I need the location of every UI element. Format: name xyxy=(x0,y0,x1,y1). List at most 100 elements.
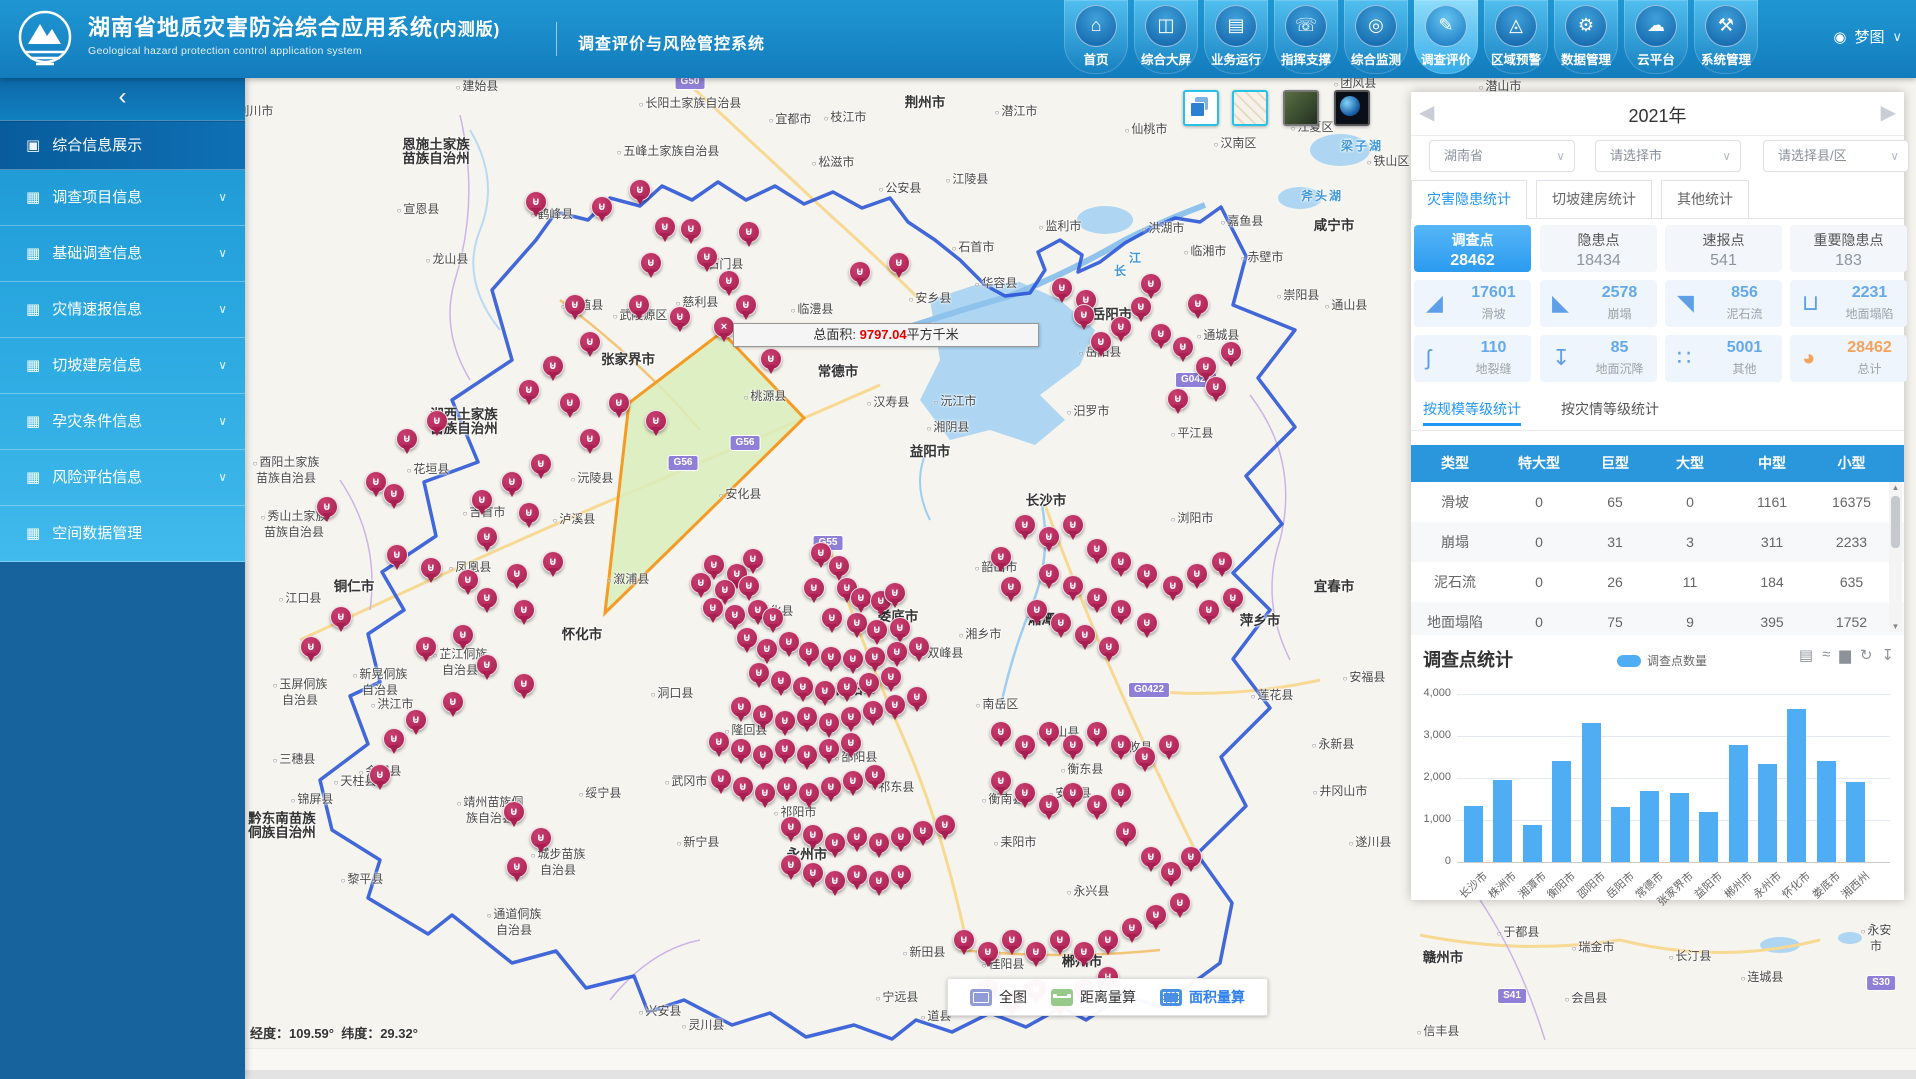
hazard-point-marker[interactable]: ⊎ xyxy=(776,776,798,798)
line-chart-icon[interactable]: ≈ xyxy=(1822,646,1830,664)
hazard-point-marker[interactable]: ⊎ xyxy=(1026,599,1048,621)
year-next-arrow[interactable]: ▶ xyxy=(1881,100,1896,125)
hazard-point-marker[interactable]: ⊎ xyxy=(702,597,724,619)
type-card-泥石流[interactable]: ◥856泥石流 xyxy=(1665,280,1782,327)
hazard-point-marker[interactable]: ⊎ xyxy=(906,686,928,708)
hazard-point-marker[interactable]: ⊎ xyxy=(953,929,975,951)
hazard-point-marker[interactable]: ⊎ xyxy=(1073,941,1095,963)
hazard-point-marker[interactable]: ⊎ xyxy=(730,696,752,718)
hazard-point-marker[interactable]: ⊎ xyxy=(748,662,770,684)
hazard-point-marker[interactable]: ⊎ xyxy=(1038,526,1060,548)
table-row[interactable]: 滑坡0650116116375 xyxy=(1411,482,1904,522)
stat-card-隐患点[interactable]: 隐患点18434 xyxy=(1540,225,1657,272)
hazard-point-marker[interactable]: ⊎ xyxy=(1180,846,1202,868)
hazard-point-marker[interactable]: ⊎ xyxy=(1220,341,1242,363)
hazard-point-marker[interactable]: ⊎ xyxy=(890,826,912,848)
hazard-point-marker[interactable]: ⊎ xyxy=(1014,514,1036,536)
hazard-point-marker[interactable]: ⊎ xyxy=(564,294,586,316)
hazard-point-marker[interactable]: ⊎ xyxy=(1086,538,1108,560)
hazard-point-marker[interactable]: ⊎ xyxy=(990,546,1012,568)
hazard-point-marker[interactable]: ⊎ xyxy=(1134,746,1156,768)
hazard-point-marker[interactable]: ⊎ xyxy=(730,738,752,760)
hazard-point-marker[interactable]: ⊎ xyxy=(1090,331,1112,353)
hazard-point-marker[interactable]: ⊎ xyxy=(780,854,802,876)
hazard-point-marker[interactable]: ⊎ xyxy=(1062,514,1084,536)
hazard-point-marker[interactable]: ⊎ xyxy=(1062,575,1084,597)
hazard-point-marker[interactable]: ⊎ xyxy=(471,489,493,511)
hazard-point-marker[interactable]: ⊎ xyxy=(1211,551,1233,573)
eye-icon[interactable]: ◉ xyxy=(1833,28,1846,46)
type-card-总计[interactable]: ◕28462总计 xyxy=(1790,335,1907,382)
hazard-point-marker[interactable]: ⊎ xyxy=(732,776,754,798)
hazard-point-marker[interactable]: ⊎ xyxy=(735,294,757,316)
hazard-point-marker[interactable]: ⊎ xyxy=(452,624,474,646)
hazard-point-marker[interactable]: ⊎ xyxy=(415,636,437,658)
sidebar-item-基础调查信息[interactable]: ▦基础调查信息∨ xyxy=(0,226,245,282)
nav-item-首页[interactable]: ⌂首页 xyxy=(1064,0,1128,74)
hazard-point-marker[interactable]: ⊎ xyxy=(868,832,890,854)
tab-切坡建房统计[interactable]: 切坡建房统计 xyxy=(1536,180,1652,218)
hazard-point-marker[interactable]: ⊎ xyxy=(1195,356,1217,378)
hazard-point-marker[interactable]: ⊎ xyxy=(1074,624,1096,646)
hazard-point-marker[interactable]: ⊎ xyxy=(778,631,800,653)
basemap-globe-thumbnail[interactable] xyxy=(1334,90,1370,126)
hazard-point-marker[interactable]: ⊎ xyxy=(645,410,667,432)
hazard-point-marker[interactable]: ⊎ xyxy=(864,764,886,786)
table-scrollbar[interactable]: ▲ ▼ xyxy=(1889,482,1902,632)
hazard-point-marker[interactable]: ⊎ xyxy=(1222,587,1244,609)
hazard-point-marker[interactable]: ⊎ xyxy=(718,270,740,292)
subtab-按规模等级统计[interactable]: 按规模等级统计 xyxy=(1423,392,1521,426)
hazard-point-marker[interactable]: ⊎ xyxy=(330,606,352,628)
hazard-point-marker[interactable]: ⊎ xyxy=(1130,296,1152,318)
nav-item-数据管理[interactable]: ⚙数据管理 xyxy=(1554,0,1618,74)
hazard-point-marker[interactable]: ⊎ xyxy=(1110,316,1132,338)
hazard-point-marker[interactable]: ⊎ xyxy=(1051,277,1073,299)
data-view-icon[interactable]: ▤ xyxy=(1799,646,1813,664)
hazard-point-marker[interactable]: ⊎ xyxy=(814,680,836,702)
hazard-point-marker[interactable]: ⊎ xyxy=(628,294,650,316)
hazard-point-marker[interactable]: ⊎ xyxy=(846,826,868,848)
hazard-point-marker[interactable]: ⊎ xyxy=(738,221,760,243)
hazard-point-marker[interactable]: ⊎ xyxy=(542,551,564,573)
nav-item-区域预警[interactable]: ◬区域预警 xyxy=(1484,0,1548,74)
hazard-point-marker[interactable]: ⊎ xyxy=(1140,846,1162,868)
hazard-point-marker[interactable]: ⊎ xyxy=(864,646,886,668)
user-chevron-down-icon[interactable]: ∨ xyxy=(1892,29,1902,45)
subtab-按灾情等级统计[interactable]: 按灾情等级统计 xyxy=(1561,392,1659,426)
hazard-point-marker[interactable]: ⊎ xyxy=(742,548,764,570)
hazard-point-marker[interactable]: ⊎ xyxy=(1073,304,1095,326)
basemap-vector-thumbnail[interactable] xyxy=(1232,90,1268,126)
hazard-point-marker[interactable]: ⊎ xyxy=(977,941,999,963)
hazard-point-marker[interactable]: ⊎ xyxy=(880,666,902,688)
sidebar-item-综合信息展示[interactable]: ▣综合信息展示 xyxy=(0,121,245,170)
hazard-point-marker[interactable]: ⊎ xyxy=(824,870,846,892)
hazard-point-marker[interactable]: ⊎ xyxy=(591,196,613,218)
hazard-point-marker[interactable]: ⊎ xyxy=(1014,734,1036,756)
hazard-point-marker[interactable]: ⊎ xyxy=(1050,612,1072,634)
hazard-point-marker[interactable]: ⊎ xyxy=(724,604,746,626)
hazard-point-marker[interactable]: ⊎ xyxy=(1025,941,1047,963)
type-card-崩塌[interactable]: ◣2578崩塌 xyxy=(1540,280,1657,327)
hazard-point-marker[interactable]: ⊎ xyxy=(836,676,858,698)
hazard-point-marker[interactable]: ⊎ xyxy=(886,641,908,663)
sidebar-item-风险评估信息[interactable]: ▦风险评估信息∨ xyxy=(0,450,245,506)
hazard-point-marker[interactable]: ⊎ xyxy=(1110,551,1132,573)
tab-其他统计[interactable]: 其他统计 xyxy=(1661,180,1749,218)
hazard-point-marker[interactable]: ⊎ xyxy=(756,638,778,660)
hazard-point-marker[interactable]: ⊎ xyxy=(752,744,774,766)
hazard-point-marker[interactable]: ⊎ xyxy=(1049,929,1071,951)
hazard-point-marker[interactable]: ⊎ xyxy=(1115,821,1137,843)
nav-item-综合监测[interactable]: ◎综合监测 xyxy=(1344,0,1408,74)
hazard-point-marker[interactable]: ⊎ xyxy=(669,306,691,328)
hazard-point-marker[interactable]: ⊎ xyxy=(1086,587,1108,609)
hazard-point-marker[interactable]: ⊎ xyxy=(912,820,934,842)
region-select-0[interactable]: 湖南省∨ xyxy=(1429,140,1575,172)
map-tool-距离量算[interactable]: 距离量算 xyxy=(1051,987,1136,1007)
hazard-point-marker[interactable]: ⊎ xyxy=(506,856,528,878)
hazard-point-marker[interactable]: ⊎ xyxy=(884,582,906,604)
type-card-其他[interactable]: ∷5001其他 xyxy=(1665,335,1782,382)
hazard-point-marker[interactable]: ⊎ xyxy=(890,864,912,886)
hazard-point-marker[interactable]: ⊎ xyxy=(752,704,774,726)
hazard-point-marker[interactable]: ⊎ xyxy=(889,617,911,639)
hazard-point-marker[interactable]: ⊎ xyxy=(762,607,784,629)
